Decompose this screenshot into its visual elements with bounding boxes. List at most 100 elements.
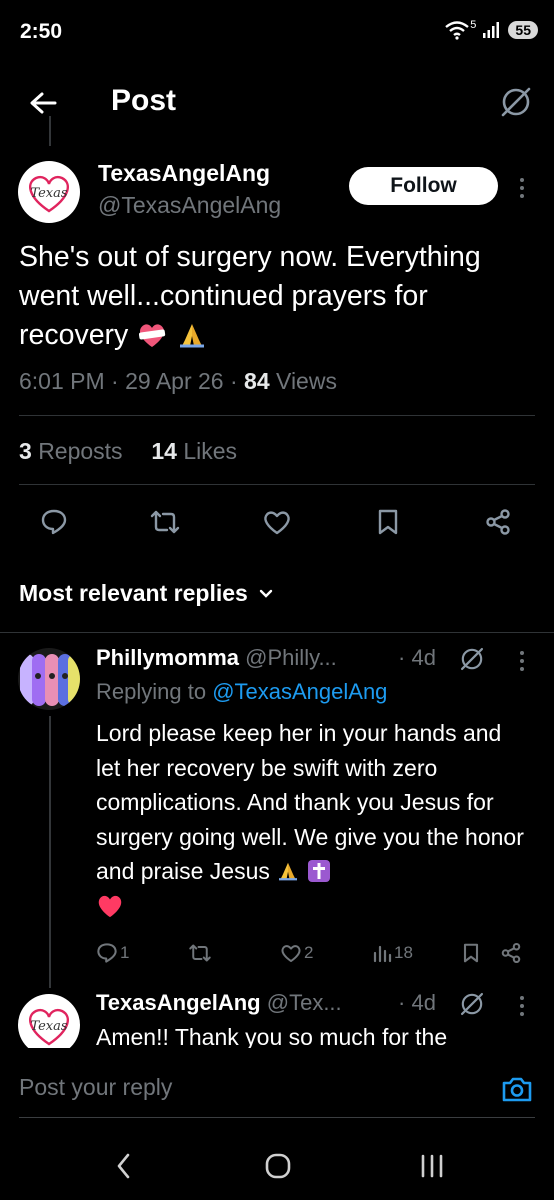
top-app-bar: Post [0, 66, 554, 138]
post-body: She's out of surgery now. Everything wen… [19, 241, 481, 351]
battery-indicator: 55 [508, 21, 538, 39]
view-count: 18 [394, 943, 413, 962]
like-icon [281, 945, 301, 963]
share-icon [501, 942, 521, 964]
nav-home-button[interactable] [256, 1146, 300, 1186]
repost-icon [189, 944, 211, 962]
reply-time-group: · 4d [398, 645, 436, 670]
reply-author-handle[interactable]: @Philly... [245, 645, 337, 670]
views-icon [373, 945, 392, 963]
nav-back-button[interactable] [102, 1146, 146, 1186]
mending-heart-emoji [139, 324, 166, 347]
reply-share-button[interactable] [500, 938, 522, 968]
status-bar: 2:50 5 55 [0, 0, 554, 66]
post-text: She's out of surgery now. Everything wen… [19, 238, 539, 355]
reply-input[interactable]: Post your reply [19, 1074, 172, 1101]
app-screen: 2:50 5 55 Post Texas TexasAngelAng @Texa… [0, 0, 554, 1200]
replying-to: Replying to @TexasAngelAng [96, 679, 388, 704]
reply-like-button[interactable]: 2 [280, 938, 313, 968]
reply-author-name[interactable]: Phillymomma [96, 645, 239, 670]
folded-hands-emoji [279, 862, 298, 881]
divider [19, 1117, 535, 1118]
thread-connector [49, 116, 51, 146]
camera-button[interactable] [498, 1072, 536, 1106]
latin-cross-emoji [307, 860, 330, 882]
grok-icon[interactable] [459, 991, 485, 1017]
system-nav-bar [0, 1130, 554, 1200]
reply-compose-bar: Post your reply [0, 1048, 554, 1118]
share-button[interactable] [476, 500, 520, 544]
reply-header: Phillymomma @Philly... [96, 645, 337, 671]
author-avatar[interactable]: Texas [18, 161, 80, 223]
bookmark-button[interactable] [366, 500, 410, 544]
share-icon [486, 509, 510, 535]
author-name[interactable]: TexasAngelAng [98, 160, 270, 187]
grok-button[interactable] [496, 82, 536, 122]
reply-bookmark-button[interactable] [462, 938, 480, 968]
svg-text:Texas: Texas [30, 186, 67, 201]
views-count: 84 [244, 368, 270, 394]
more-options-icon[interactable] [520, 178, 524, 198]
bookmark-icon [463, 943, 479, 963]
chevron-down-icon [259, 589, 273, 598]
reply-author-name[interactable]: TexasAngelAng [96, 990, 261, 1015]
reply-avatar[interactable] [18, 648, 80, 710]
reply-icon [97, 943, 117, 963]
page-title: Post [111, 84, 177, 117]
post-stats: 3 Reposts 14 Likes [19, 438, 237, 465]
reposts-stat[interactable]: 3 Reposts [19, 438, 123, 464]
reply-time: 4d [411, 645, 436, 670]
nav-home-icon [265, 1153, 291, 1179]
status-time: 2:50 [20, 20, 63, 43]
nav-back-icon [117, 1153, 130, 1179]
reply-time-group: · 4d [398, 990, 436, 1015]
replying-to-link[interactable]: @TexasAngelAng [212, 679, 387, 704]
more-options-icon[interactable] [520, 996, 524, 1016]
network-badge: 5 [470, 19, 477, 31]
grok-icon [501, 87, 531, 117]
reply-time: 4d [411, 990, 436, 1015]
grok-icon[interactable] [459, 646, 485, 672]
folded-hands-emoji [180, 324, 205, 348]
reply-count: 1 [120, 943, 130, 962]
reply-header: TexasAngelAng @Tex... [96, 990, 342, 1016]
reply-repost-button[interactable] [188, 938, 212, 968]
nav-recents-icon [421, 1154, 443, 1178]
svg-text:Texas: Texas [30, 1019, 67, 1034]
post-time: 6:01 PM [19, 368, 105, 394]
divider [19, 415, 535, 416]
reply-reply-button[interactable]: 1 [96, 938, 129, 968]
nav-recents-button[interactable] [410, 1146, 454, 1186]
reply-views-button[interactable]: 18 [372, 938, 413, 968]
signal-icon [483, 22, 500, 38]
like-icon [264, 511, 290, 535]
post-meta: 6:01 PM · 29 Apr 26 · 84 Views [19, 368, 337, 394]
thread-connector [49, 716, 51, 988]
reply-button[interactable] [32, 500, 76, 544]
texas-heart-logo: Texas [28, 1008, 70, 1046]
wifi-icon [445, 21, 470, 40]
like-count: 2 [304, 943, 314, 962]
back-button[interactable] [24, 84, 62, 122]
more-options-icon[interactable] [520, 651, 524, 671]
likes-stat[interactable]: 14 Likes [151, 438, 237, 464]
texas-heart-logo: Texas [28, 175, 70, 213]
divider [0, 632, 554, 633]
reply-avatar[interactable]: Texas [18, 994, 80, 1056]
repost-icon [150, 510, 180, 534]
post-date: 29 Apr 26 [125, 368, 224, 394]
reply-author-handle[interactable]: @Tex... [267, 990, 342, 1015]
sort-label: Most relevant replies [19, 580, 248, 606]
author-handle[interactable]: @TexasAngelAng [98, 192, 281, 219]
post-action-bar [0, 500, 554, 544]
divider [19, 484, 535, 485]
red-heart-emoji [98, 895, 122, 917]
reply-text: Lord please keep her in your hands and l… [96, 716, 526, 923]
repost-button[interactable] [143, 500, 187, 544]
reply-sort-dropdown[interactable]: Most relevant replies [19, 580, 274, 607]
like-button[interactable] [255, 500, 299, 544]
arrow-left-icon [30, 92, 57, 114]
views-label: Views [276, 368, 337, 394]
colorful-faces-avatar [18, 648, 80, 710]
follow-button[interactable]: Follow [349, 167, 498, 205]
